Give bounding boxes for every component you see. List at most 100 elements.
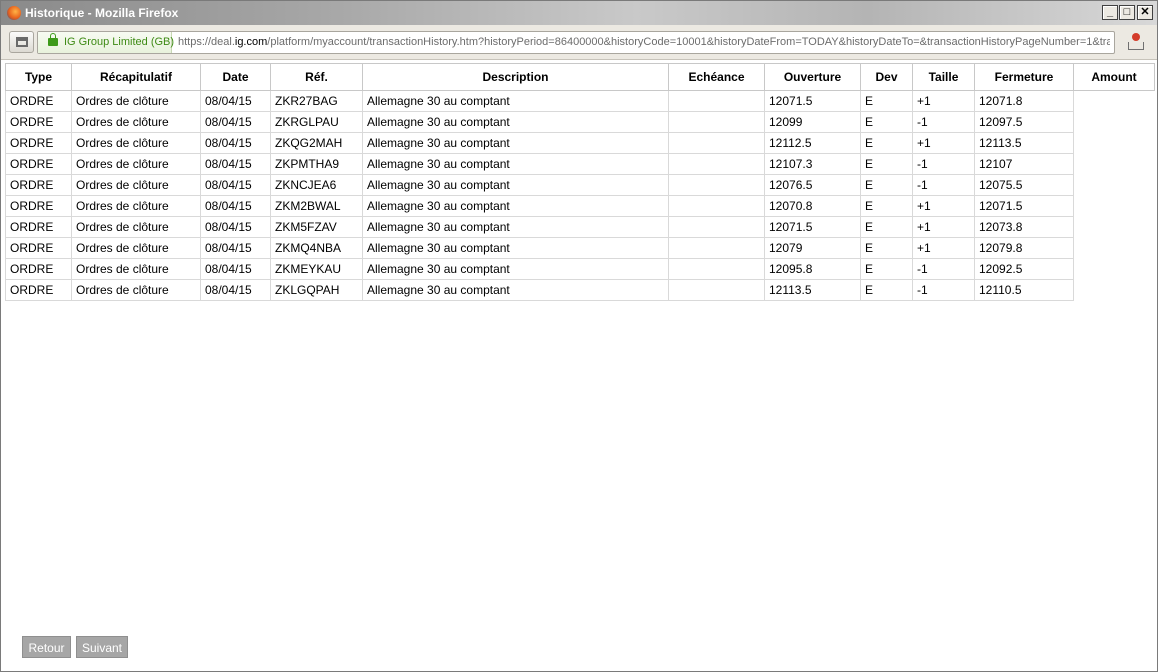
cell-ref: ZKNCJEA6 xyxy=(270,174,363,196)
cell-recapitulatif: Ordres de clôture xyxy=(71,132,201,154)
cell-recapitulatif: Ordres de clôture xyxy=(71,216,201,238)
cell-amount xyxy=(1074,280,1155,301)
cell-ref: ZKM5FZAV xyxy=(270,216,363,238)
cell-ouverture: 12070.8 xyxy=(764,195,861,217)
cell-description: Allemagne 30 au comptant xyxy=(362,216,669,238)
table-row[interactable]: ORDRE Ordres de clôture 08/04/15 ZKLGQPAH Al… xyxy=(5,279,1155,301)
back-button[interactable]: Retour xyxy=(22,636,71,658)
cell-amount xyxy=(1074,154,1155,175)
url-path: /platform/myaccount/transactionHistory.h… xyxy=(267,36,1110,48)
lock-icon xyxy=(48,33,58,46)
cell-taille: -1 xyxy=(912,258,975,280)
cell-taille: +1 xyxy=(912,132,975,154)
cell-echeance xyxy=(668,237,765,259)
cell-type: ORDRE xyxy=(5,237,72,259)
cell-taille: -1 xyxy=(912,111,975,133)
address-bar[interactable]: IG Group Limited (GB) https://deal.ig.co… xyxy=(37,31,1115,54)
cell-echeance xyxy=(668,153,765,175)
table-row[interactable]: ORDRE Ordres de clôture 08/04/15 ZKNCJEA6 Al… xyxy=(5,174,1155,196)
cell-fermeture: 12107 xyxy=(974,153,1074,175)
cell-ouverture: 12095.8 xyxy=(764,258,861,280)
header-ref[interactable]: Réf. xyxy=(270,63,363,91)
header-date[interactable]: Date xyxy=(200,63,271,91)
cell-taille: -1 xyxy=(912,153,975,175)
header-taille[interactable]: Taille xyxy=(912,63,975,91)
tab-groups-icon xyxy=(16,37,28,47)
cell-date: 08/04/15 xyxy=(200,111,271,133)
window-title: Historique - Mozilla Firefox xyxy=(25,6,179,20)
cell-type: ORDRE xyxy=(5,195,72,217)
cell-fermeture: 12075.5 xyxy=(974,174,1074,196)
header-recapitulatif[interactable]: Récapitulatif xyxy=(71,63,201,91)
cell-fermeture: 12071.5 xyxy=(974,195,1074,217)
close-button[interactable]: ✕ xyxy=(1137,5,1153,20)
cell-dev: E xyxy=(860,90,913,112)
header-description[interactable]: Description xyxy=(362,63,669,91)
cell-amount xyxy=(1074,133,1155,154)
cell-dev: E xyxy=(860,153,913,175)
addon-dot xyxy=(1132,33,1140,41)
cell-description: Allemagne 30 au comptant xyxy=(362,258,669,280)
tab-groups-button[interactable] xyxy=(9,31,34,53)
cell-dev: E xyxy=(860,111,913,133)
cell-type: ORDRE xyxy=(5,132,72,154)
table-row[interactable]: ORDRE Ordres de clôture 08/04/15 ZKR27BAG Al… xyxy=(5,90,1155,112)
cell-type: ORDRE xyxy=(5,216,72,238)
cell-ref: ZKMQ4NBA xyxy=(270,237,363,259)
cell-recapitulatif: Ordres de clôture xyxy=(71,237,201,259)
header-type[interactable]: Type xyxy=(5,63,72,91)
cell-dev: E xyxy=(860,216,913,238)
cell-fermeture: 12097.5 xyxy=(974,111,1074,133)
table-row[interactable]: ORDRE Ordres de clôture 08/04/15 ZKQG2MAH Al… xyxy=(5,132,1155,154)
cell-echeance xyxy=(668,258,765,280)
cell-amount xyxy=(1074,175,1155,196)
cell-description: Allemagne 30 au comptant xyxy=(362,237,669,259)
cell-echeance xyxy=(668,132,765,154)
cell-ouverture: 12071.5 xyxy=(764,90,861,112)
cell-amount xyxy=(1074,91,1155,112)
cell-date: 08/04/15 xyxy=(200,195,271,217)
cell-amount xyxy=(1074,112,1155,133)
header-amount[interactable]: Amount xyxy=(1073,63,1155,91)
cell-fermeture: 12073.8 xyxy=(974,216,1074,238)
cell-dev: E xyxy=(860,132,913,154)
cell-recapitulatif: Ordres de clôture xyxy=(71,174,201,196)
cell-dev: E xyxy=(860,258,913,280)
transaction-history-table: Type Récapitulatif Date Réf. Description… xyxy=(5,63,1155,301)
url-text[interactable]: https://deal.ig.com/platform/myaccount/t… xyxy=(178,32,1110,53)
cell-description: Allemagne 30 au comptant xyxy=(362,174,669,196)
header-echeance[interactable]: Echéance xyxy=(668,63,765,91)
minimize-button[interactable]: _ xyxy=(1102,5,1118,20)
cell-ouverture: 12112.5 xyxy=(764,132,861,154)
cell-amount xyxy=(1074,259,1155,280)
cell-dev: E xyxy=(860,174,913,196)
table-row[interactable]: ORDRE Ordres de clôture 08/04/15 ZKMEYKAU Al… xyxy=(5,258,1155,280)
addon-notification-icon[interactable] xyxy=(1127,33,1145,51)
next-button[interactable]: Suivant xyxy=(76,636,128,658)
table-row[interactable]: ORDRE Ordres de clôture 08/04/15 ZKRGLPAU Al… xyxy=(5,111,1155,133)
page-content: Type Récapitulatif Date Réf. Description… xyxy=(1,61,1157,671)
cell-recapitulatif: Ordres de clôture xyxy=(71,258,201,280)
table-row[interactable]: ORDRE Ordres de clôture 08/04/15 ZKPMTHA9 Al… xyxy=(5,153,1155,175)
cell-type: ORDRE xyxy=(5,258,72,280)
table-row[interactable]: ORDRE Ordres de clôture 08/04/15 ZKMQ4NBA Al… xyxy=(5,237,1155,259)
header-ouverture[interactable]: Ouverture xyxy=(764,63,861,91)
header-dev[interactable]: Dev xyxy=(860,63,913,91)
cell-echeance xyxy=(668,216,765,238)
cell-ouverture: 12113.5 xyxy=(764,279,861,301)
cell-taille: -1 xyxy=(912,279,975,301)
addon-base xyxy=(1128,42,1144,50)
cell-ref: ZKMEYKAU xyxy=(270,258,363,280)
cell-ref: ZKRGLPAU xyxy=(270,111,363,133)
cell-amount xyxy=(1074,196,1155,217)
table-row[interactable]: ORDRE Ordres de clôture 08/04/15 ZKM5FZAV Al… xyxy=(5,216,1155,238)
cell-ref: ZKLGQPAH xyxy=(270,279,363,301)
table-row[interactable]: ORDRE Ordres de clôture 08/04/15 ZKM2BWAL Al… xyxy=(5,195,1155,217)
cell-ouverture: 12071.5 xyxy=(764,216,861,238)
cell-amount xyxy=(1074,238,1155,259)
maximize-button[interactable]: □ xyxy=(1119,5,1135,20)
cell-type: ORDRE xyxy=(5,90,72,112)
site-identity-button[interactable]: IG Group Limited (GB) xyxy=(38,32,174,53)
cell-date: 08/04/15 xyxy=(200,258,271,280)
header-fermeture[interactable]: Fermeture xyxy=(974,63,1074,91)
